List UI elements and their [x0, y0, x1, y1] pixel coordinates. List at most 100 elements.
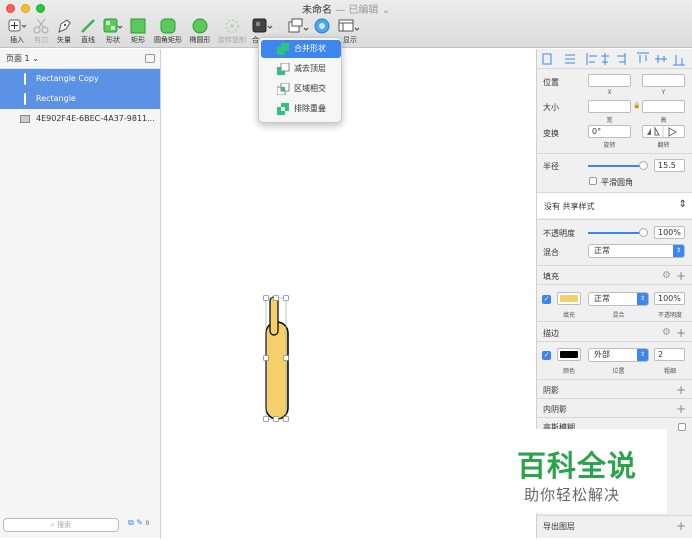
export-header: 导出图层 [543, 522, 575, 531]
opacity-label: 不透明度 [543, 229, 575, 238]
radius-label: 半径 [543, 162, 559, 171]
y-label: Y [661, 89, 666, 96]
add-export-icon[interactable]: + [676, 520, 686, 532]
border-width-field[interactable]: 2 [654, 348, 685, 361]
menu-item-label: 合并形状 [294, 44, 326, 53]
add-inner-shadow-icon[interactable]: + [676, 403, 686, 415]
rectangle-layer-icon [24, 93, 26, 105]
gear-icon[interactable]: ⚙ [662, 327, 671, 338]
color-button[interactable] [310, 17, 334, 35]
width-label: 宽 [606, 117, 613, 124]
blend-select[interactable]: 正常 ⇕ [588, 244, 685, 258]
line-icon [81, 19, 95, 33]
x-field[interactable] [588, 74, 631, 87]
radius-field[interactable]: 15.5 [654, 159, 685, 172]
border-header: 描边 [543, 329, 559, 338]
fill-header: 填充 [543, 272, 559, 281]
rounded-rectangle-button[interactable]: 圆角矩形 [151, 17, 185, 45]
transform-label: 变换 [543, 129, 559, 138]
watermark: 百科全说 助你轻松解决 [505, 429, 667, 513]
border-color-well[interactable] [557, 348, 581, 361]
design-canvas[interactable] [162, 49, 536, 538]
border-position-value: 外部 [594, 350, 610, 359]
edit-status: — 已编辑 [335, 5, 379, 16]
page-name: 页面 1 [6, 54, 30, 63]
add-fill-icon[interactable]: + [676, 270, 686, 282]
border-position-select[interactable]: 外部 ⇕ [588, 348, 649, 362]
collapse-pages-icon[interactable] [145, 54, 155, 63]
selected-shape[interactable] [162, 49, 536, 538]
chevron-down-icon[interactable]: ⌄ [382, 5, 390, 16]
border-color-swatch [560, 351, 578, 358]
display-icon [338, 19, 360, 32]
gear-icon[interactable]: ⚙ [662, 270, 671, 281]
height-field[interactable] [642, 100, 685, 113]
rounded-rectangle-label: 圆角矩形 [154, 36, 182, 44]
thickness-sub-label: 粗细 [663, 368, 676, 375]
opacity-slider-knob[interactable] [639, 228, 648, 237]
flip-buttons[interactable] [642, 125, 685, 138]
difference-menu-item[interactable]: 排除重叠 [261, 100, 341, 118]
document-name: 未命名 [302, 5, 333, 16]
blend-sub-label: 混合 [612, 312, 625, 319]
fill-checkbox[interactable]: ✓ [542, 295, 551, 304]
union-menu-item[interactable]: 合并形状 [261, 40, 341, 58]
layer-filter[interactable]: ⧉ ✎ 0 [128, 518, 149, 528]
rectangle-label: 矩形 [131, 36, 145, 44]
rounded-rectangle-icon [160, 18, 176, 34]
y-field[interactable] [642, 74, 685, 87]
menu-item-label: 排除重叠 [294, 104, 326, 113]
arrange-button[interactable] [286, 17, 310, 35]
subtract-icon [277, 63, 290, 75]
radius-slider[interactable] [588, 165, 643, 167]
layer-item[interactable]: 4E902F4E-6BEC-4A37-9811... [0, 109, 160, 129]
blur-checkbox[interactable] [678, 423, 686, 431]
align-toolbar [537, 49, 692, 69]
fill-blend-select[interactable]: 正常 ⇕ [588, 292, 649, 306]
align-icons[interactable] [537, 49, 692, 69]
title-bar: 未命名 — 已编辑 ⌄ 插入 剪刀 矢量 直线 形状 矩形 圆角矩形 椭圆形 旋… [0, 0, 692, 48]
fill-opacity-field[interactable]: 100% [654, 292, 685, 305]
menu-item-label: 减去顶层 [294, 64, 326, 73]
shared-style-select[interactable]: 没有 共享样式 ⇕ [537, 193, 692, 218]
blend-value: 正常 [594, 246, 610, 255]
intersect-menu-item[interactable]: 区域相交 [261, 80, 341, 98]
search-placeholder: 搜索 [57, 521, 72, 529]
opacity-field[interactable]: 100% [654, 226, 685, 239]
add-shadow-icon[interactable]: + [676, 384, 686, 396]
height-label: 高 [660, 117, 667, 124]
shared-style-label: 没有 共享样式 [544, 202, 595, 211]
shape-icon [103, 18, 123, 33]
page-selector[interactable]: 页面 1 ⌄ [0, 49, 160, 69]
layer-item[interactable]: Rectangle [0, 89, 160, 109]
combine-menu: 合并形状 减去顶层 区域相交 排除重叠 [258, 37, 342, 123]
layer-label: 4E902F4E-6BEC-4A37-9811... [36, 114, 155, 123]
updown-arrow-icon: ⇕ [678, 199, 687, 210]
color-sub-label: 颜色 [562, 368, 575, 375]
fill-blend-value: 正常 [594, 294, 610, 303]
width-field[interactable] [588, 100, 631, 113]
brush-icon: ✎ [136, 518, 143, 527]
oval-button[interactable]: 椭圆形 [183, 17, 217, 45]
difference-icon [277, 103, 289, 115]
blend-label: 混合 [543, 248, 559, 257]
rotate-copy-icon [225, 19, 239, 33]
layer-search-input[interactable]: ⌕ 搜索 [3, 518, 119, 532]
color-icon [314, 18, 330, 34]
add-border-icon[interactable]: + [676, 327, 686, 339]
rotate-field[interactable]: 0° [588, 125, 631, 138]
border-checkbox[interactable]: ✓ [542, 351, 551, 360]
opacity-slider[interactable] [588, 232, 643, 234]
layer-count: 0 [145, 520, 150, 527]
subtract-menu-item[interactable]: 减去顶层 [261, 60, 341, 78]
flip-label: 翻转 [657, 142, 670, 149]
smooth-corners-checkbox[interactable] [589, 177, 597, 185]
rotate-copy-button[interactable]: 旋转复制 [215, 17, 249, 45]
layer-item[interactable]: Rectangle Copy [0, 69, 160, 89]
size-label: 大小 [543, 103, 559, 112]
fill-color-well[interactable] [557, 292, 581, 305]
radius-slider-knob[interactable] [639, 161, 648, 170]
lock-icon[interactable]: 🔒 [633, 102, 640, 109]
rectangle-button[interactable]: 矩形 [121, 17, 155, 45]
layers-sidebar: 页面 1 ⌄ Rectangle Copy Rectangle 4E902F4E… [0, 49, 161, 538]
